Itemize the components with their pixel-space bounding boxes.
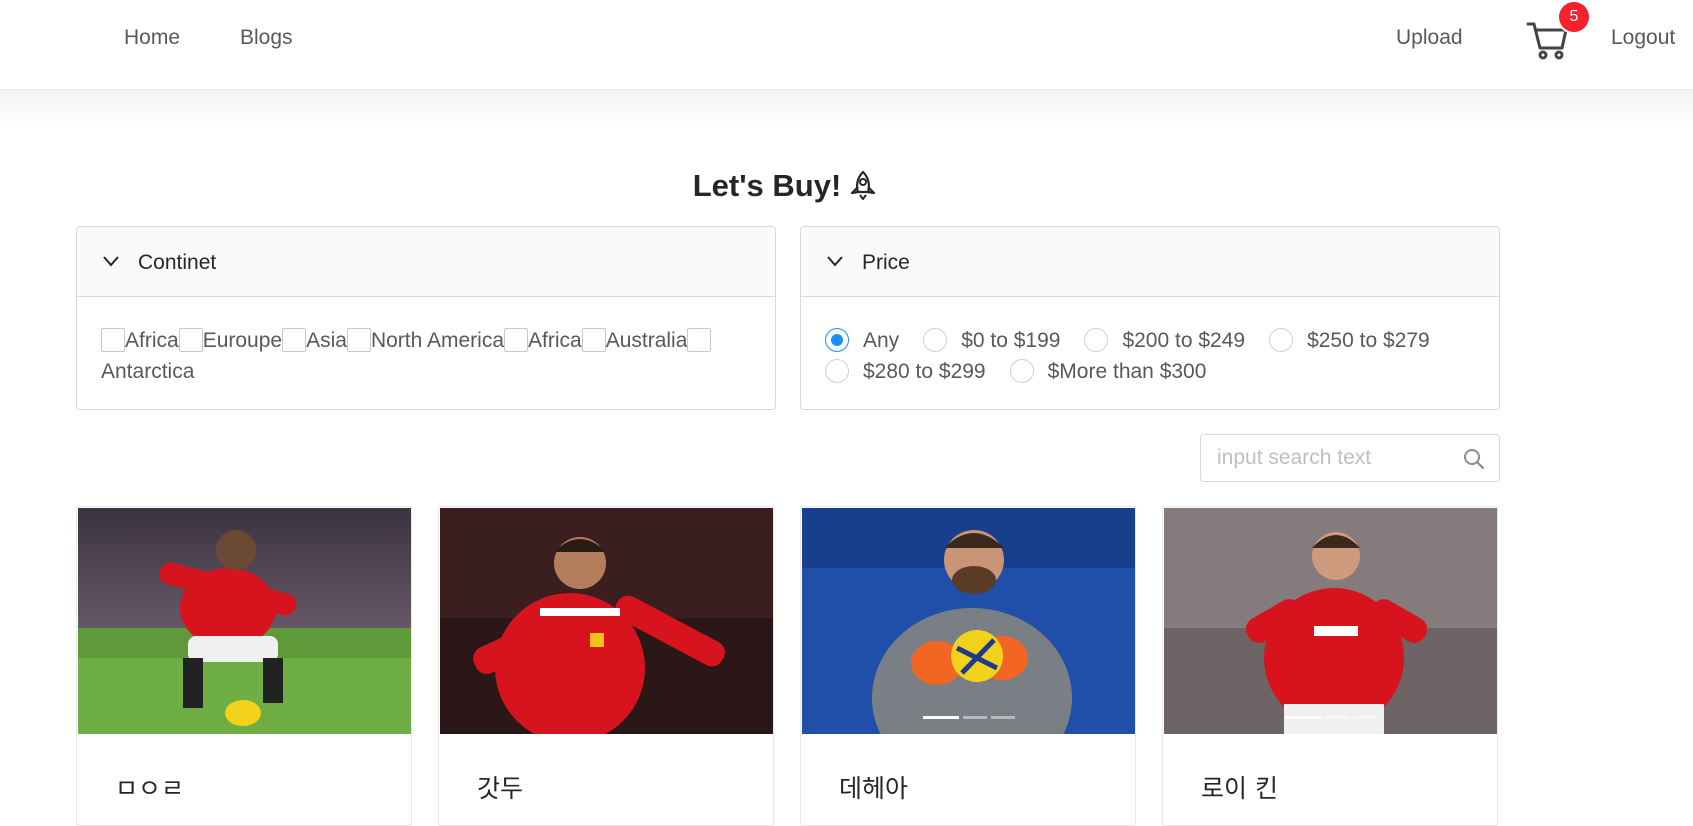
price-panel-header[interactable]: Price: [801, 227, 1499, 297]
page-title: Let's Buy!: [0, 168, 1570, 208]
continent-option-label: Antarctica: [101, 360, 195, 383]
rocket-icon: [849, 170, 877, 208]
search-input[interactable]: [1217, 443, 1457, 473]
product-image[interactable]: [802, 508, 1135, 734]
checkbox[interactable]: [504, 328, 528, 352]
continent-option[interactable]: Africa: [504, 328, 582, 352]
checkbox[interactable]: [178, 328, 203, 352]
top-nav: Home Blogs Upload 5 Logout: [0, 0, 1693, 90]
nav-blogs-link[interactable]: Blogs: [240, 26, 293, 50]
price-option[interactable]: $200 to $249: [1084, 328, 1245, 352]
nav-upload-link[interactable]: Upload: [1396, 26, 1463, 50]
carousel-dot[interactable]: [923, 716, 959, 719]
continent-panel-label: Continet: [138, 251, 217, 274]
product-image[interactable]: [78, 508, 411, 734]
price-option[interactable]: $280 to $299: [825, 359, 986, 383]
price-option[interactable]: $0 to $199: [923, 328, 1060, 352]
cart-count-badge: 5: [1559, 2, 1589, 32]
page-title-text: Let's Buy!: [692, 168, 842, 203]
product-title: ㅁㅇㄹ: [115, 774, 185, 803]
checkbox[interactable]: [101, 328, 125, 352]
carousel-dot[interactable]: [991, 716, 1015, 719]
continent-option[interactable]: Africa: [101, 328, 179, 352]
product-image[interactable]: [440, 508, 773, 734]
checkbox[interactable]: [581, 328, 606, 352]
continent-option[interactable]: Euroupe: [178, 328, 282, 352]
price-option[interactable]: Any: [825, 328, 899, 352]
checkbox[interactable]: [282, 328, 307, 352]
checkbox[interactable]: [346, 328, 371, 352]
checkbox[interactable]: [687, 328, 712, 352]
carousel-dot[interactable]: [1325, 716, 1349, 719]
radio[interactable]: [1269, 328, 1294, 352]
search-icon[interactable]: [1463, 448, 1485, 470]
radio[interactable]: [923, 328, 948, 352]
continent-option[interactable]: [687, 328, 712, 352]
nav-shadow: [0, 90, 1693, 130]
chevron-down-icon: [827, 256, 843, 267]
radio[interactable]: [1084, 328, 1109, 352]
radio-selected[interactable]: [825, 328, 849, 352]
continent-option[interactable]: Australia: [581, 328, 687, 352]
carousel-dot[interactable]: [1353, 716, 1377, 719]
price-option[interactable]: $250 to $279: [1269, 328, 1430, 352]
radio[interactable]: [1009, 359, 1034, 383]
price-option[interactable]: $More than $300: [1009, 359, 1206, 383]
nav-logout-link[interactable]: Logout: [1611, 26, 1675, 50]
chevron-down-icon: [103, 256, 119, 267]
product-image[interactable]: [1164, 508, 1497, 734]
continent-panel-header[interactable]: Continet: [77, 227, 775, 297]
continent-options: Africa Euroupe Asia North America Africa Aust…: [77, 297, 775, 387]
product-card[interactable]: 로이 킨: [1162, 506, 1498, 826]
continent-filter-panel: Continet Africa Euroupe Asia North America A…: [76, 226, 776, 410]
price-panel-label: Price: [862, 251, 910, 274]
continent-option[interactable]: North America: [346, 328, 504, 352]
radio[interactable]: [825, 359, 849, 383]
carousel-dots: [802, 706, 1135, 724]
product-card[interactable]: 데헤아: [800, 506, 1136, 826]
price-options: Any $0 to $199 $200 to $249 $250 to $279 $28…: [801, 297, 1499, 387]
carousel-dots: [1164, 706, 1497, 724]
nav-home-link[interactable]: Home: [124, 26, 180, 50]
product-card[interactable]: 갓두: [438, 506, 774, 826]
product-title: 갓두: [477, 774, 524, 803]
carousel-dot[interactable]: [1285, 716, 1321, 719]
product-card[interactable]: ㅁㅇㄹ: [76, 506, 412, 826]
search-box: [1200, 434, 1500, 482]
carousel-dot[interactable]: [963, 716, 987, 719]
price-filter-panel: Price Any $0 to $199 $200 to $249 $250 to $…: [800, 226, 1500, 410]
continent-option[interactable]: Asia: [282, 328, 347, 352]
product-title: 로이 킨: [1201, 774, 1278, 803]
product-title: 데헤아: [839, 774, 909, 803]
